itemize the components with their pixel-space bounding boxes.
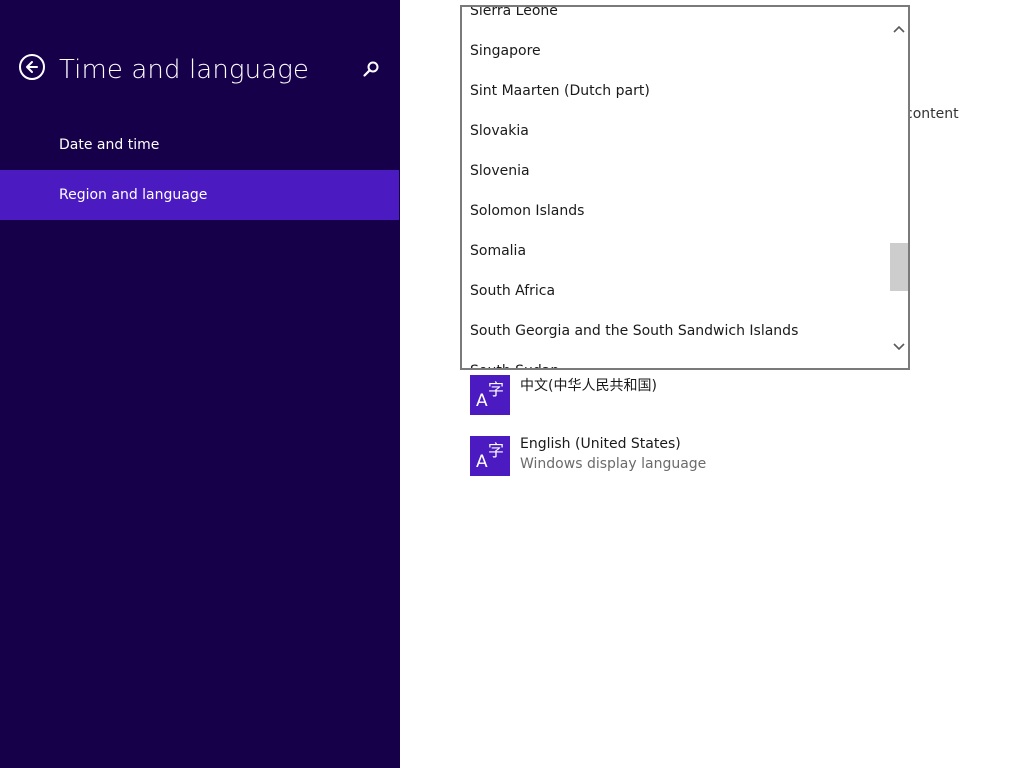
language-name: 中文(中华人民共和国) bbox=[520, 378, 657, 394]
chevron-up-icon[interactable] bbox=[890, 19, 908, 39]
scrollbar[interactable] bbox=[890, 7, 908, 368]
language-icon-zi: 字 bbox=[488, 380, 505, 399]
page-title: Time and language bbox=[59, 55, 310, 85]
language-icon-a: A bbox=[476, 391, 488, 411]
dropdown-option[interactable]: South Sudan bbox=[470, 351, 559, 368]
dropdown-option[interactable]: Slovenia bbox=[470, 151, 530, 191]
sidebar: Time and language Date and time Region a… bbox=[0, 0, 400, 768]
back-arrow-icon bbox=[26, 61, 38, 73]
dropdown-option[interactable]: Singapore bbox=[470, 31, 541, 71]
sidebar-item-label: Region and language bbox=[59, 187, 208, 203]
dropdown-option[interactable]: Slovakia bbox=[470, 111, 529, 151]
language-name: English (United States) bbox=[520, 436, 681, 452]
partial-text: content bbox=[905, 106, 959, 122]
dropdown-option[interactable]: South Georgia and the South Sandwich Isl… bbox=[470, 311, 798, 351]
sidebar-item-label: Date and time bbox=[59, 137, 160, 153]
dropdown-option[interactable]: South Africa bbox=[470, 271, 555, 311]
search-icon[interactable] bbox=[362, 60, 380, 78]
country-dropdown-list: Sierra Leone Singapore Sint Maarten (Dut… bbox=[462, 7, 890, 368]
dropdown-option[interactable]: Solomon Islands bbox=[470, 191, 584, 231]
dropdown-option[interactable]: Sierra Leone bbox=[470, 7, 558, 31]
language-item-english[interactable]: A 字 English (United States) Windows disp… bbox=[470, 434, 870, 478]
scrollbar-thumb[interactable] bbox=[890, 243, 908, 291]
dropdown-option[interactable]: Sint Maarten (Dutch part) bbox=[470, 71, 650, 111]
sidebar-item-date-and-time[interactable]: Date and time bbox=[0, 120, 399, 170]
dropdown-option[interactable]: Somalia bbox=[470, 231, 526, 271]
chevron-down-icon[interactable] bbox=[890, 337, 908, 357]
back-button[interactable] bbox=[19, 54, 45, 80]
country-dropdown[interactable]: Sierra Leone Singapore Sint Maarten (Dut… bbox=[460, 5, 910, 370]
language-icon-zi: 字 bbox=[488, 441, 505, 460]
language-icon: A 字 bbox=[470, 436, 510, 476]
language-icon-a: A bbox=[476, 452, 488, 472]
language-icon: A 字 bbox=[470, 375, 510, 415]
language-subtitle: Windows display language bbox=[520, 456, 707, 472]
language-item-chinese[interactable]: A 字 中文(中华人民共和国) bbox=[470, 373, 870, 417]
sidebar-item-region-and-language[interactable]: Region and language bbox=[0, 170, 399, 220]
